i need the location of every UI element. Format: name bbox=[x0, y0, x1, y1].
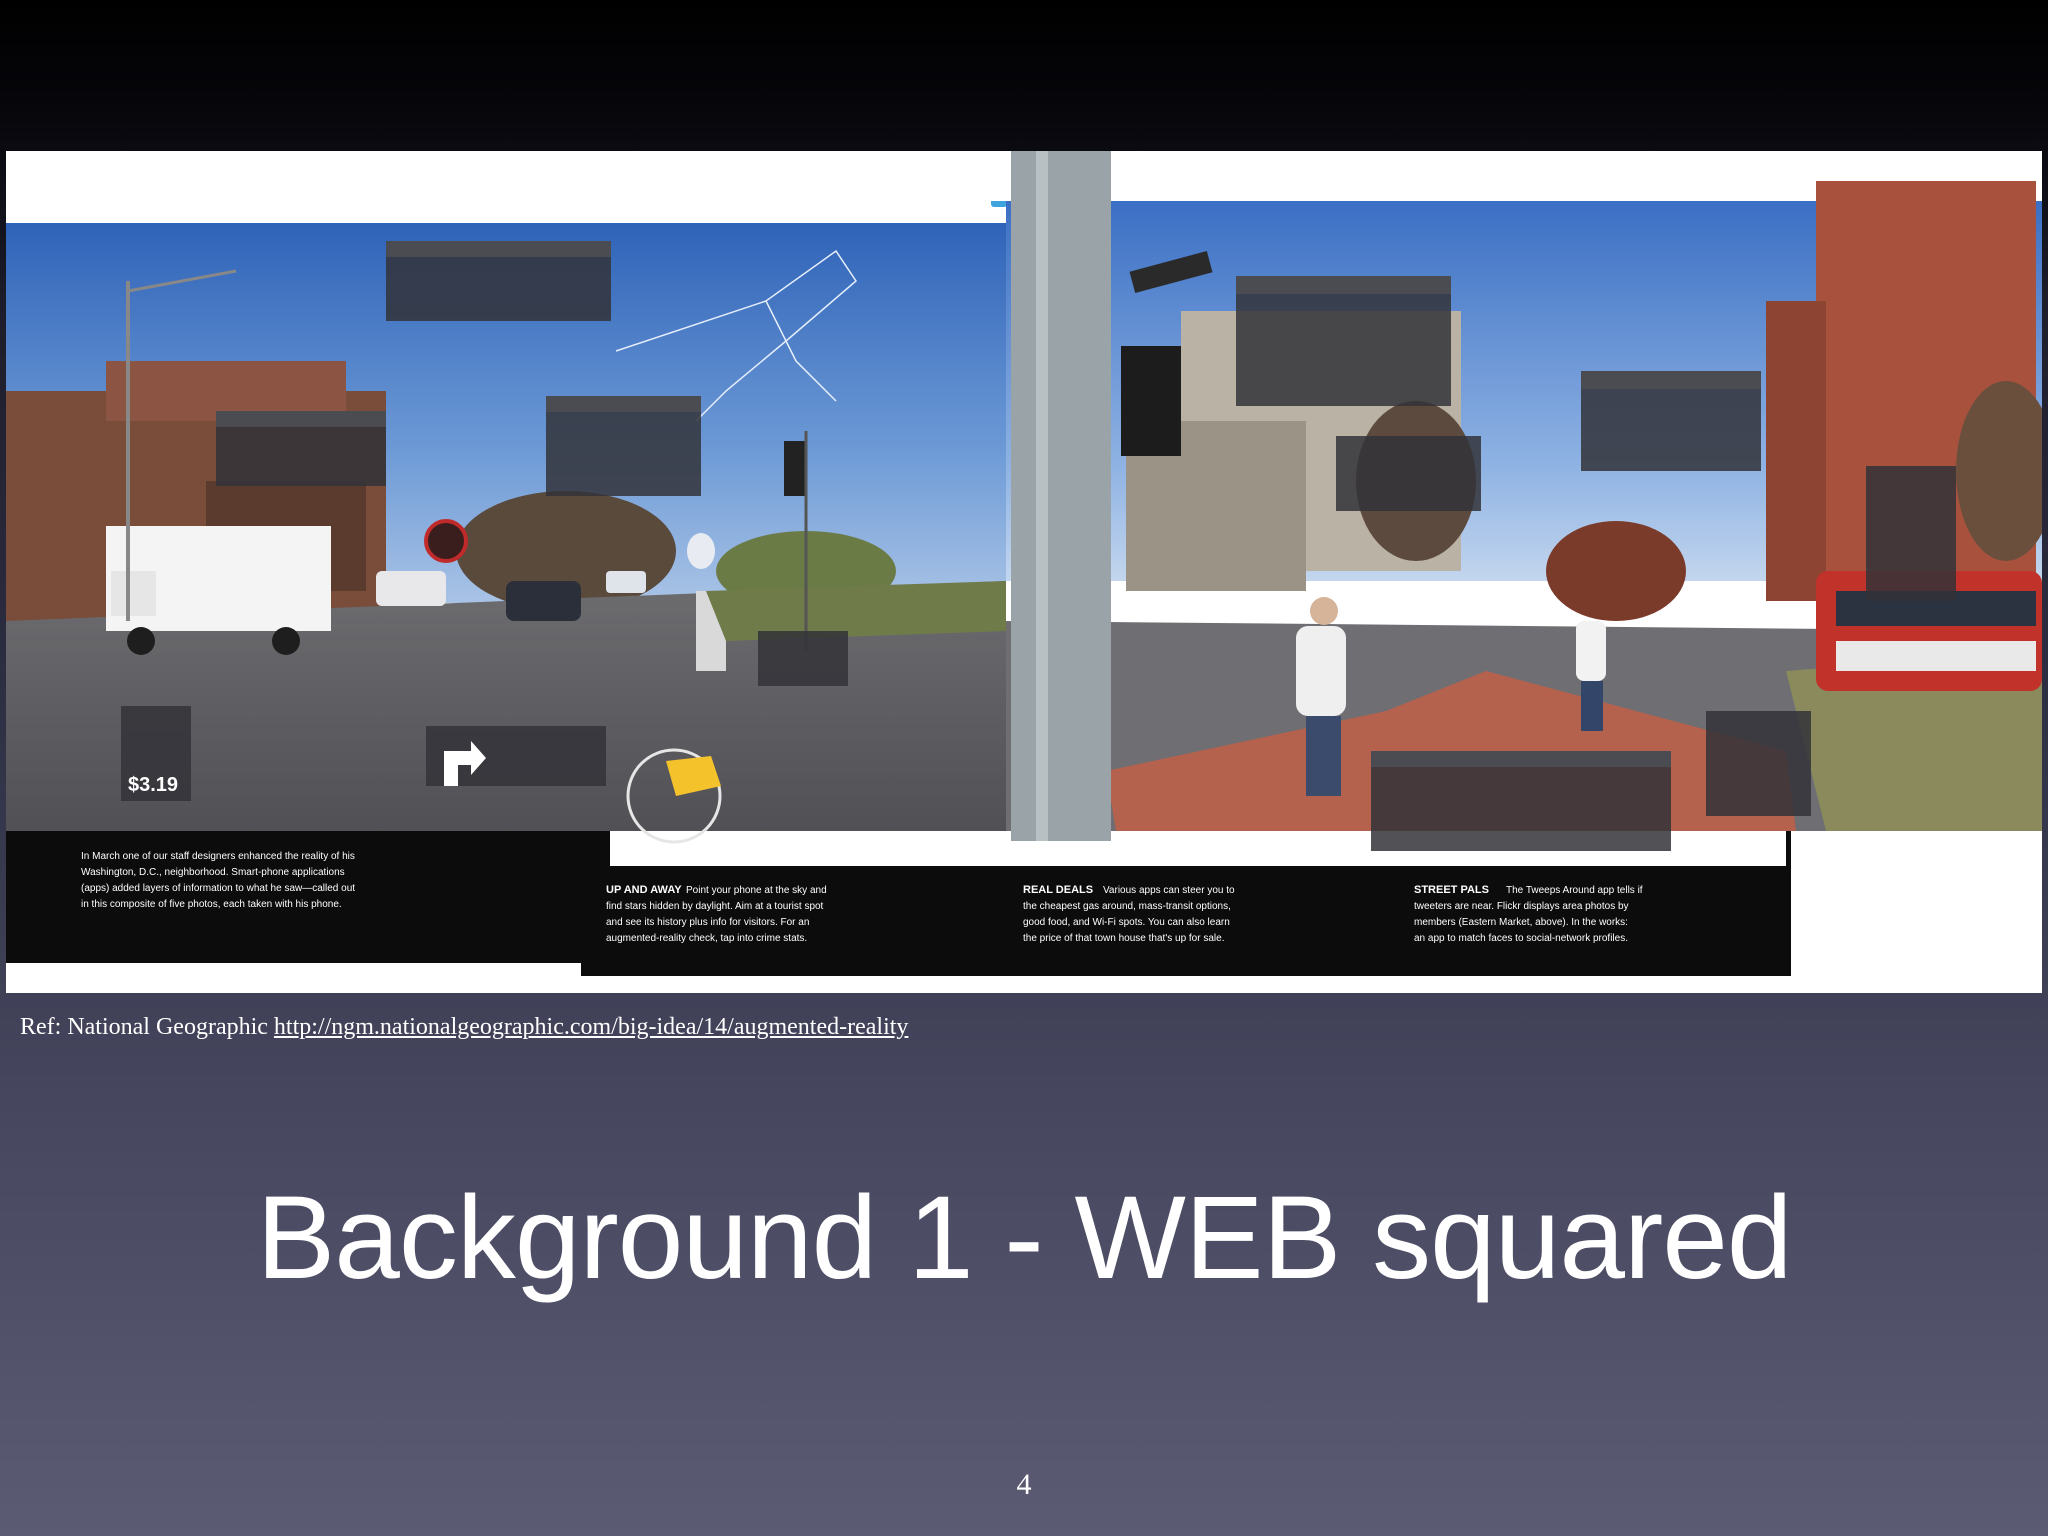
caption-heading: STREET PALS bbox=[1414, 884, 1489, 896]
car-icon bbox=[424, 519, 468, 563]
slide-title: Background 1 - WEB squared bbox=[256, 1172, 1792, 1304]
caption-line: the price of that town house that's up f… bbox=[1023, 933, 1224, 944]
caption-intro-line: In March one of our staff designers enha… bbox=[81, 851, 355, 862]
caption-heading: UP AND AWAY bbox=[606, 884, 682, 896]
caption-line: members (Eastern Market, above). In the … bbox=[1414, 917, 1628, 928]
reference-link[interactable]: http://ngm.nationalgeographic.com/big-id… bbox=[274, 1014, 908, 1040]
caption-intro-line: in this composite of five photos, each t… bbox=[81, 899, 342, 910]
caption-line: tweeters are near. Flickr displays area … bbox=[1414, 901, 1629, 912]
augmented-reality-figure: $3.19 In March one of our staff designer… bbox=[6, 151, 2042, 993]
caption-line: augmented-reality check, tap into crime … bbox=[606, 933, 807, 944]
caption-intro-line: (apps) added layers of information to wh… bbox=[81, 883, 355, 894]
caption-intro-line: Washington, D.C., neighborhood. Smart-ph… bbox=[81, 867, 345, 878]
reference-prefix: Ref: National Geographic bbox=[20, 1014, 274, 1040]
caption-heading: REAL DEALS bbox=[1023, 884, 1093, 896]
gas-price: $3.19 bbox=[128, 774, 178, 796]
caption-line: the cheapest gas around, mass-transit op… bbox=[1023, 901, 1231, 912]
caption-line: Point your phone at the sky and bbox=[686, 885, 827, 896]
slide: $3.19 In March one of our staff designer… bbox=[0, 0, 2048, 1536]
caption-line: good food, and Wi-Fi spots. You can also… bbox=[1023, 917, 1230, 928]
caption-line: The Tweeps Around app tells if bbox=[1506, 885, 1643, 896]
caption-line: Various apps can steer you to bbox=[1103, 885, 1235, 896]
page-number: 4 bbox=[1016, 1468, 1032, 1501]
caption-line: find stars hidden by daylight. Aim at a … bbox=[606, 901, 824, 912]
caption-line: an app to match faces to social-network … bbox=[1414, 933, 1628, 944]
reference-line: Ref: National Geographic http://ngm.nati… bbox=[20, 1014, 908, 1041]
caption-line: and see its history plus info for visito… bbox=[606, 917, 809, 928]
